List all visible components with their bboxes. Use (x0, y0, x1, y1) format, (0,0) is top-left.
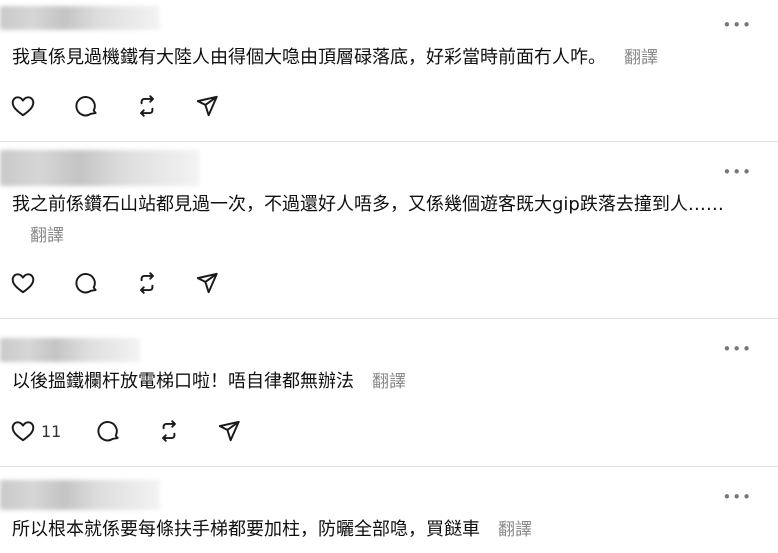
share-button[interactable] (194, 270, 220, 296)
repost-icon (140, 95, 154, 117)
repost-button[interactable] (156, 418, 216, 444)
translate-link[interactable]: 翻譯 (498, 520, 532, 540)
comment-button[interactable] (74, 93, 134, 119)
repost-button[interactable] (134, 93, 194, 119)
comment-button[interactable] (96, 418, 156, 444)
share-button[interactable] (216, 418, 242, 444)
translate-link[interactable]: 翻譯 (30, 226, 64, 246)
heart-icon (11, 273, 35, 294)
translate-link[interactable]: 翻譯 (624, 48, 658, 68)
like-button[interactable] (10, 270, 74, 296)
more-options-button[interactable]: ••• (722, 18, 752, 33)
share-icon (218, 420, 240, 442)
username-blurred[interactable] (0, 150, 200, 186)
post-text: 所以根本就係要每條扶手梯都要加柱，防曬全部喼，買餸車 翻譯 (12, 514, 752, 546)
post-actions (10, 270, 220, 296)
heart-icon (11, 421, 35, 442)
translate-link[interactable]: 翻譯 (372, 372, 406, 392)
post-actions: 11 (10, 418, 242, 444)
like-button[interactable]: 11 (10, 418, 96, 444)
comment-icon (75, 96, 97, 117)
share-icon (196, 95, 218, 117)
divider (0, 141, 778, 142)
post-text: 我真係見過機鐵有大陸人由得個大喼由頂層碌落底，好彩當時前面冇人咋。 翻譯 (12, 42, 752, 74)
username-blurred[interactable] (0, 6, 160, 30)
more-options-button[interactable]: ••• (722, 342, 752, 357)
share-icon (196, 272, 218, 294)
like-button[interactable] (10, 93, 74, 119)
post-text-content: 我之前係鑽石山站都見過一次，不過還好人唔多，又係幾個遊客既大gip跌落去撞到人…… (12, 194, 724, 215)
comment-icon (75, 273, 97, 294)
repost-button[interactable] (134, 270, 194, 296)
username-blurred[interactable] (0, 480, 160, 510)
repost-icon (162, 420, 176, 442)
divider (0, 318, 778, 319)
more-options-button[interactable]: ••• (722, 165, 752, 180)
username-blurred[interactable] (0, 338, 140, 362)
post-text: 以後搵鐵欄杆放電梯口啦！唔自律都無辦法 翻譯 (12, 366, 752, 398)
divider (0, 466, 778, 467)
post-actions (10, 93, 220, 119)
post-text-content: 以後搵鐵欄杆放電梯口啦！唔自律都無辦法 (12, 371, 354, 392)
share-button[interactable] (194, 93, 220, 119)
more-options-button[interactable]: ••• (722, 490, 752, 505)
repost-icon (140, 272, 154, 294)
post-text-content: 我真係見過機鐵有大陸人由得個大喼由頂層碌落底，好彩當時前面冇人咋。 (12, 47, 606, 68)
comment-button[interactable] (74, 270, 134, 296)
comment-icon (97, 421, 119, 442)
post-text: 我之前係鑽石山站都見過一次，不過還好人唔多，又係幾個遊客既大gip跌落去撞到人…… (12, 189, 757, 252)
like-count: 11 (41, 421, 62, 441)
heart-icon (11, 96, 35, 117)
post-text-content: 所以根本就係要每條扶手梯都要加柱，防曬全部喼，買餸車 (12, 519, 480, 540)
